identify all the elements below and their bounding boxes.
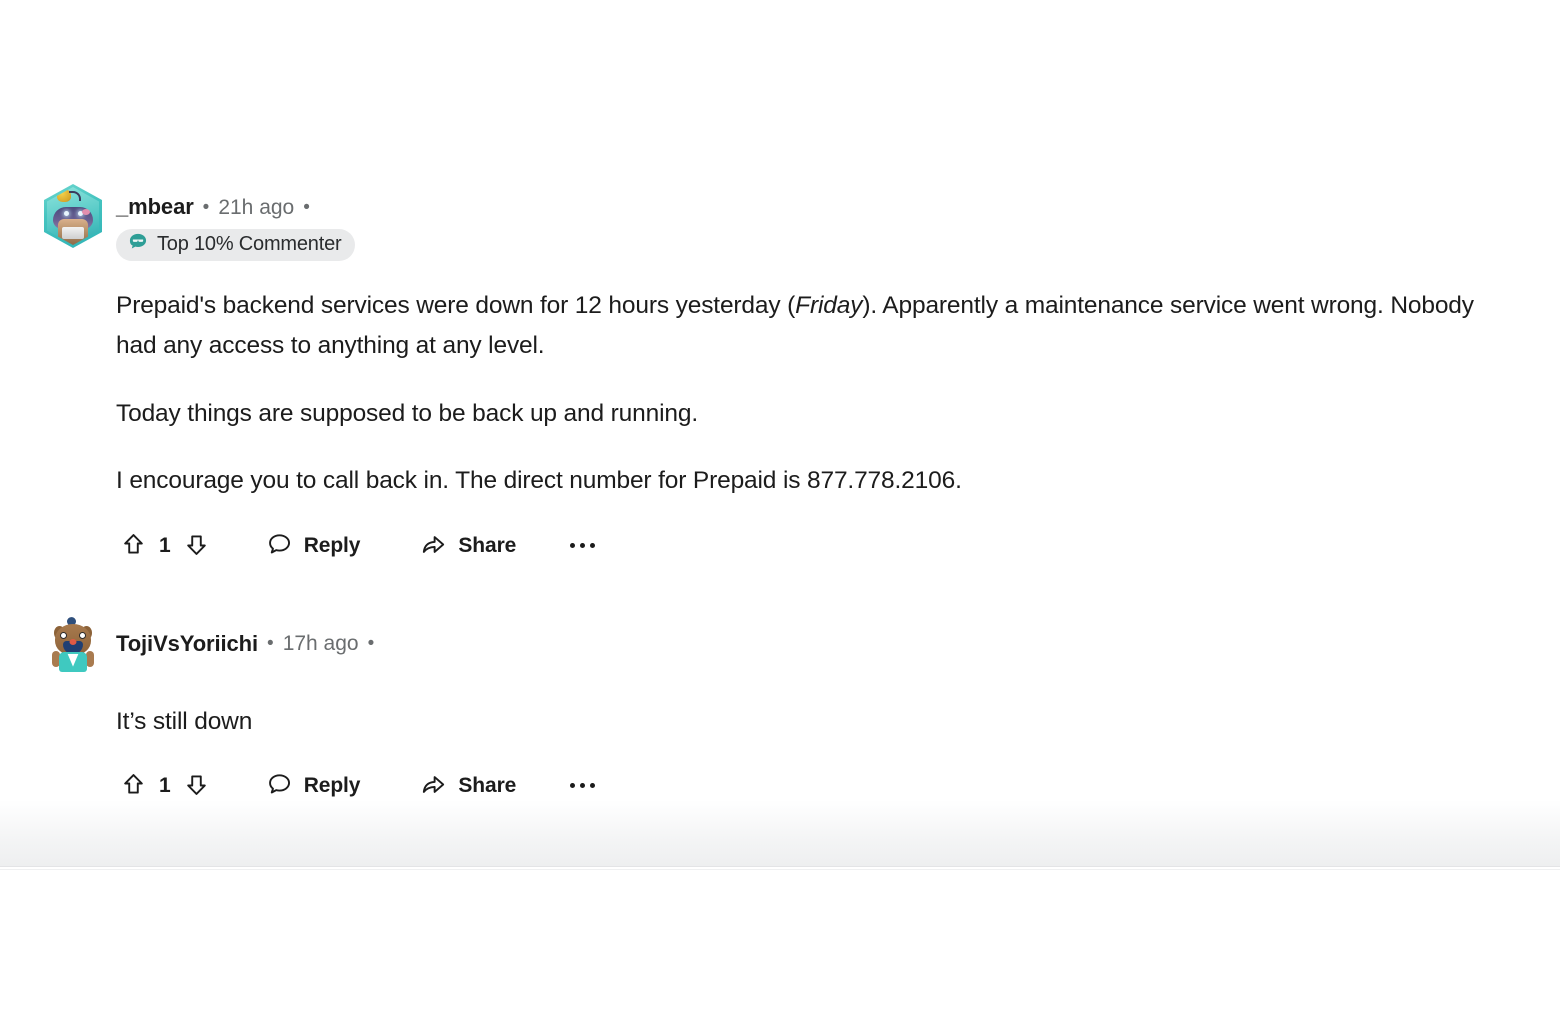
vote-count: 1	[159, 533, 171, 557]
share-button[interactable]: Share	[414, 767, 522, 805]
comment-action-bar: 1 Reply Share	[40, 767, 1520, 805]
comment-timestamp: 21h ago	[218, 195, 295, 219]
upvote-button[interactable]	[116, 527, 151, 565]
avatar[interactable]	[44, 184, 102, 248]
avatar-accent	[82, 209, 90, 216]
hexagon-nft-avatar-icon[interactable]	[44, 184, 102, 248]
downvote-button[interactable]	[179, 527, 214, 565]
overflow-menu-button[interactable]	[566, 777, 599, 794]
badge-label: Top 10% Commenter	[157, 233, 342, 255]
meta-separator: •	[202, 196, 210, 218]
comment-byline: _mbear • 21h ago •	[116, 196, 355, 218]
overflow-menu-icon	[570, 783, 596, 789]
comment-paragraph: Today things are supposed to be back up …	[116, 399, 698, 427]
comment-thread-page: _mbear • 21h ago • Top 10% Commenter Pre…	[0, 0, 1560, 1030]
share-label: Share	[458, 773, 517, 797]
comment-header: _mbear • 21h ago • Top 10% Commenter	[40, 184, 1520, 261]
reply-button[interactable]: Reply	[260, 527, 367, 565]
comment-header: TojiVsYoriichi • 17h ago •	[40, 616, 1520, 675]
meta-separator-trailing: •	[367, 633, 375, 655]
comment-bubble-icon	[266, 531, 293, 561]
vote-group: 1	[116, 767, 214, 805]
avatar-legs	[62, 227, 84, 239]
avatar-tongue	[69, 638, 77, 645]
comment-timestamp: 17h ago	[282, 632, 359, 656]
bottom-divider	[0, 866, 1560, 867]
comment-meta: _mbear • 21h ago • Top 10% Commenter	[116, 188, 356, 261]
meta-separator: •	[267, 633, 274, 655]
sunglasses-speech-bubble-icon	[127, 231, 149, 258]
share-arrow-icon	[420, 531, 447, 561]
paragraph-segment-italic: Friday	[795, 291, 863, 319]
bottom-divider-secondary	[0, 869, 1560, 870]
comment: _mbear • 21h ago • Top 10% Commenter Pre…	[40, 184, 1520, 565]
share-arrow-icon	[420, 771, 447, 801]
vote-group: 1	[116, 527, 214, 565]
reply-label: Reply	[303, 533, 361, 557]
reply-label: Reply	[303, 773, 361, 797]
downvote-arrow-icon	[183, 771, 210, 801]
share-label: Share	[458, 533, 517, 557]
avatar-eye-left	[60, 631, 67, 639]
paragraph-segment: Prepaid's backend services were down for…	[116, 291, 796, 319]
comment-thread: _mbear • 21h ago • Top 10% Commenter Pre…	[0, 0, 1560, 805]
comment-body: Prepaid's backend services were down for…	[40, 286, 1520, 503]
comment-paragraph: I encourage you to call back in. The dir…	[116, 467, 962, 495]
comment: TojiVsYoriichi • 17h ago • It’s still do…	[40, 616, 1520, 805]
comment-meta: TojiVsYoriichi • 17h ago •	[116, 617, 383, 655]
comment-paragraph: It’s still down	[116, 707, 253, 735]
avatar-arm-right	[86, 650, 94, 667]
comment-bubble-icon	[266, 771, 293, 801]
upvote-arrow-icon	[120, 771, 147, 801]
avatar-eye-right	[79, 631, 86, 639]
comment-byline: TojiVsYoriichi • 17h ago •	[116, 632, 383, 656]
comment-body: It’s still down	[40, 702, 1520, 743]
comment-author[interactable]: TojiVsYoriichi	[116, 632, 258, 655]
avatar-antenna	[69, 191, 81, 201]
overflow-menu-icon	[570, 543, 596, 549]
upvote-button[interactable]	[116, 767, 151, 805]
bottom-fade-overlay	[0, 800, 1560, 866]
round-snoo-avatar-icon[interactable]	[44, 616, 102, 675]
comment-paragraph: Prepaid's backend services were down for…	[116, 286, 1516, 367]
downvote-arrow-icon	[183, 531, 210, 561]
meta-separator-trailing: •	[303, 196, 310, 218]
comment-author[interactable]: _mbear	[116, 196, 194, 218]
avatar[interactable]	[44, 616, 102, 675]
upvote-arrow-icon	[120, 531, 147, 561]
status-badge[interactable]: Top 10% Commenter	[116, 229, 356, 261]
downvote-button[interactable]	[179, 767, 214, 805]
overflow-menu-button[interactable]	[566, 537, 599, 554]
reply-button[interactable]: Reply	[260, 767, 367, 805]
vote-count: 1	[159, 773, 171, 797]
share-button[interactable]: Share	[414, 527, 522, 565]
badge-row: Top 10% Commenter	[116, 229, 356, 261]
comment-action-bar: 1 Reply Share	[40, 527, 1520, 565]
